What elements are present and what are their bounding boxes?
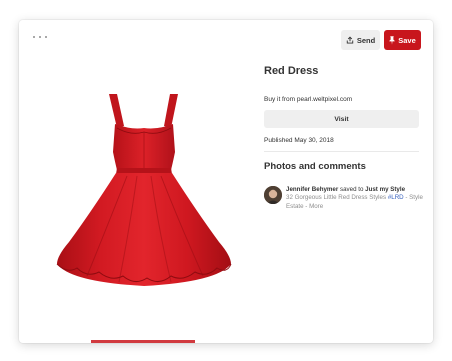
comment-user-link[interactable]: Jennifer Behymer xyxy=(286,186,338,193)
hashtag-link[interactable]: #LRD xyxy=(388,194,404,201)
send-button[interactable]: Send xyxy=(341,30,380,50)
photos-comments-heading: Photos and comments xyxy=(264,161,366,172)
published-date: Published May 30, 2018 xyxy=(264,137,334,144)
divider xyxy=(264,151,419,152)
pin-title: Red Dress xyxy=(264,65,319,77)
comment-board-link[interactable]: Just my Style xyxy=(365,186,405,193)
pin-icon xyxy=(389,35,395,45)
comment-description: 32 Gorgeous Little Red Dress Styles #LRD… xyxy=(286,194,423,209)
page: Send Save Red Dress Buy it from pearl.we… xyxy=(0,0,452,361)
buy-source-text: Buy it from pearl.weltpixel.com xyxy=(264,96,353,103)
pin-image[interactable] xyxy=(47,92,239,288)
description-text: 32 Gorgeous Little Red Dress Styles xyxy=(286,194,387,202)
user-photo-icon xyxy=(264,186,282,204)
more-link[interactable]: More xyxy=(309,203,323,210)
save-label: Save xyxy=(398,35,416,45)
share-upload-icon xyxy=(346,36,354,44)
image-bottom-accent xyxy=(91,340,195,343)
comment-action: saved to xyxy=(340,186,364,193)
comment-text: Jennifer Behymer saved to Just my Style … xyxy=(286,186,426,211)
visit-button[interactable]: Visit xyxy=(264,110,419,128)
avatar[interactable] xyxy=(264,186,282,204)
save-button[interactable]: Save xyxy=(384,30,421,50)
more-options-icon[interactable] xyxy=(33,34,47,40)
send-label: Send xyxy=(356,35,376,45)
red-dress-image xyxy=(56,94,232,286)
pin-closeup-card: Send Save Red Dress Buy it from pearl.we… xyxy=(19,20,433,343)
